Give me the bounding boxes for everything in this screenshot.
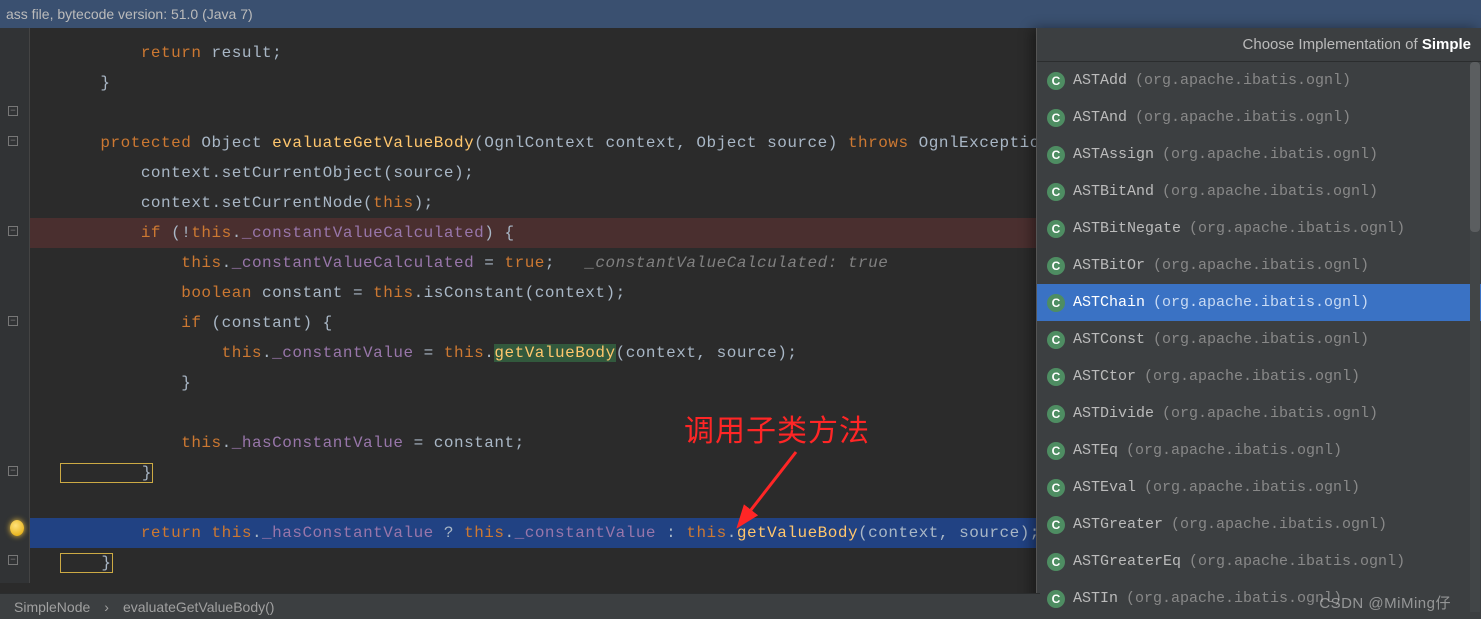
class-icon: C xyxy=(1047,183,1065,201)
editor-gutter[interactable]: − − − − − − xyxy=(0,28,30,583)
class-icon: C xyxy=(1047,442,1065,460)
popup-title: Choose Implementation of Simple xyxy=(1037,28,1481,62)
popup-item[interactable]: C ASTBitOr (org.apache.ibatis.ognl) xyxy=(1037,247,1481,284)
popup-item-package: (org.apache.ibatis.ognl) xyxy=(1189,553,1405,570)
popup-item-name: ASTAnd xyxy=(1073,109,1127,126)
popup-item-name: ASTDivide xyxy=(1073,405,1154,422)
fold-icon[interactable]: − xyxy=(6,134,20,148)
popup-item-name: ASTGreater xyxy=(1073,516,1163,533)
class-icon: C xyxy=(1047,294,1065,312)
popup-item-name: ASTChain xyxy=(1073,294,1145,311)
popup-item-name: ASTEq xyxy=(1073,442,1118,459)
class-icon: C xyxy=(1047,146,1065,164)
popup-list[interactable]: CASTAdd (org.apache.ibatis.ognl)CASTAnd … xyxy=(1037,62,1481,619)
class-icon: C xyxy=(1047,553,1065,571)
watermark: CSDN @MiMing仔 xyxy=(1319,592,1451,613)
popup-item-name: ASTAdd xyxy=(1073,72,1127,89)
popup-item-package: (org.apache.ibatis.ognl) xyxy=(1171,516,1387,533)
popup-item[interactable]: C ASTGreater (org.apache.ibatis.ognl) xyxy=(1037,506,1481,543)
popup-item-package: (org.apache.ibatis.ognl) xyxy=(1162,183,1378,200)
popup-item[interactable]: C ASTAssign (org.apache.ibatis.ognl) xyxy=(1037,136,1481,173)
popup-item-package: (org.apache.ibatis.ognl) xyxy=(1162,146,1378,163)
popup-item[interactable]: C ASTAnd (org.apache.ibatis.ognl) xyxy=(1037,99,1481,136)
fold-icon[interactable]: − xyxy=(6,104,20,118)
annotation-arrow-icon xyxy=(718,446,808,541)
breadcrumb-item[interactable]: SimpleNode xyxy=(14,599,90,615)
popup-item-name: ASTEval xyxy=(1073,479,1136,496)
popup-item[interactable]: C ASTConst (org.apache.ibatis.ognl) xyxy=(1037,321,1481,358)
chevron-right-icon: › xyxy=(104,599,109,615)
popup-item[interactable]: C ASTDivide (org.apache.ibatis.ognl) xyxy=(1037,395,1481,432)
fold-icon[interactable]: − xyxy=(6,314,20,328)
popup-item[interactable]: C ASTGreaterEq (org.apache.ibatis.ognl) xyxy=(1037,543,1481,580)
popup-item[interactable]: C ASTBitAnd (org.apache.ibatis.ognl) xyxy=(1037,173,1481,210)
breadcrumb[interactable]: SimpleNode › evaluateGetValueBody() xyxy=(0,593,1040,619)
popup-item-package: (org.apache.ibatis.ognl) xyxy=(1126,442,1342,459)
popup-item[interactable]: C ASTEval (org.apache.ibatis.ognl) xyxy=(1037,469,1481,506)
class-icon: C xyxy=(1047,331,1065,349)
popup-item-package: (org.apache.ibatis.ognl) xyxy=(1144,368,1360,385)
decompiled-info-text: ass file, bytecode version: 51.0 (Java 7… xyxy=(6,6,253,22)
popup-item-package: (org.apache.ibatis.ognl) xyxy=(1189,220,1405,237)
class-icon: C xyxy=(1047,590,1065,608)
popup-scroll-thumb[interactable] xyxy=(1470,62,1480,232)
class-icon: C xyxy=(1047,257,1065,275)
popup-item-package: (org.apache.ibatis.ognl) xyxy=(1126,590,1342,607)
class-icon: C xyxy=(1047,109,1065,127)
class-icon: C xyxy=(1047,479,1065,497)
class-icon: C xyxy=(1047,72,1065,90)
popup-item-name: ASTIn xyxy=(1073,590,1118,607)
popup-item[interactable]: C ASTBitNegate (org.apache.ibatis.ognl) xyxy=(1037,210,1481,247)
popup-item[interactable]: C ASTAdd (org.apache.ibatis.ognl) xyxy=(1037,62,1481,99)
fold-icon[interactable]: − xyxy=(6,464,20,478)
popup-scrollbar[interactable] xyxy=(1470,62,1480,612)
popup-item-name: ASTBitOr xyxy=(1073,257,1145,274)
class-icon: C xyxy=(1047,405,1065,423)
popup-item-name: ASTCtor xyxy=(1073,368,1136,385)
popup-item-package: (org.apache.ibatis.ognl) xyxy=(1162,405,1378,422)
breadcrumb-item[interactable]: evaluateGetValueBody() xyxy=(123,599,275,615)
decompiled-info-bar: ass file, bytecode version: 51.0 (Java 7… xyxy=(0,0,1481,28)
popup-item-package: (org.apache.ibatis.ognl) xyxy=(1144,479,1360,496)
intention-bulb-icon[interactable] xyxy=(10,521,24,535)
popup-item-name: ASTAssign xyxy=(1073,146,1154,163)
popup-item-name: ASTGreaterEq xyxy=(1073,553,1181,570)
choose-implementation-popup: Choose Implementation of Simple C ASTAdd … xyxy=(1036,28,1481,619)
popup-item-package: (org.apache.ibatis.ognl) xyxy=(1153,331,1369,348)
popup-item-package: (org.apache.ibatis.ognl) xyxy=(1153,257,1369,274)
class-icon: C xyxy=(1047,368,1065,386)
class-icon: C xyxy=(1047,516,1065,534)
fold-icon[interactable]: − xyxy=(6,224,20,238)
popup-item-name: ASTConst xyxy=(1073,331,1145,348)
popup-item-package: (org.apache.ibatis.ognl) xyxy=(1153,294,1369,311)
popup-item-package: (org.apache.ibatis.ognl) xyxy=(1135,109,1351,126)
class-icon: C xyxy=(1047,220,1065,238)
fold-icon[interactable]: − xyxy=(6,553,20,567)
annotation-text: 调用子类方法 xyxy=(684,406,870,450)
popup-item[interactable]: C ASTCtor (org.apache.ibatis.ognl) xyxy=(1037,358,1481,395)
popup-item[interactable]: C ASTEq (org.apache.ibatis.ognl) xyxy=(1037,432,1481,469)
popup-item-name: ASTBitAnd xyxy=(1073,183,1154,200)
popup-item[interactable]: C ASTChain (org.apache.ibatis.ognl) xyxy=(1037,284,1481,321)
popup-item-package: (org.apache.ibatis.ognl) xyxy=(1135,72,1351,89)
popup-item-name: ASTBitNegate xyxy=(1073,220,1181,237)
